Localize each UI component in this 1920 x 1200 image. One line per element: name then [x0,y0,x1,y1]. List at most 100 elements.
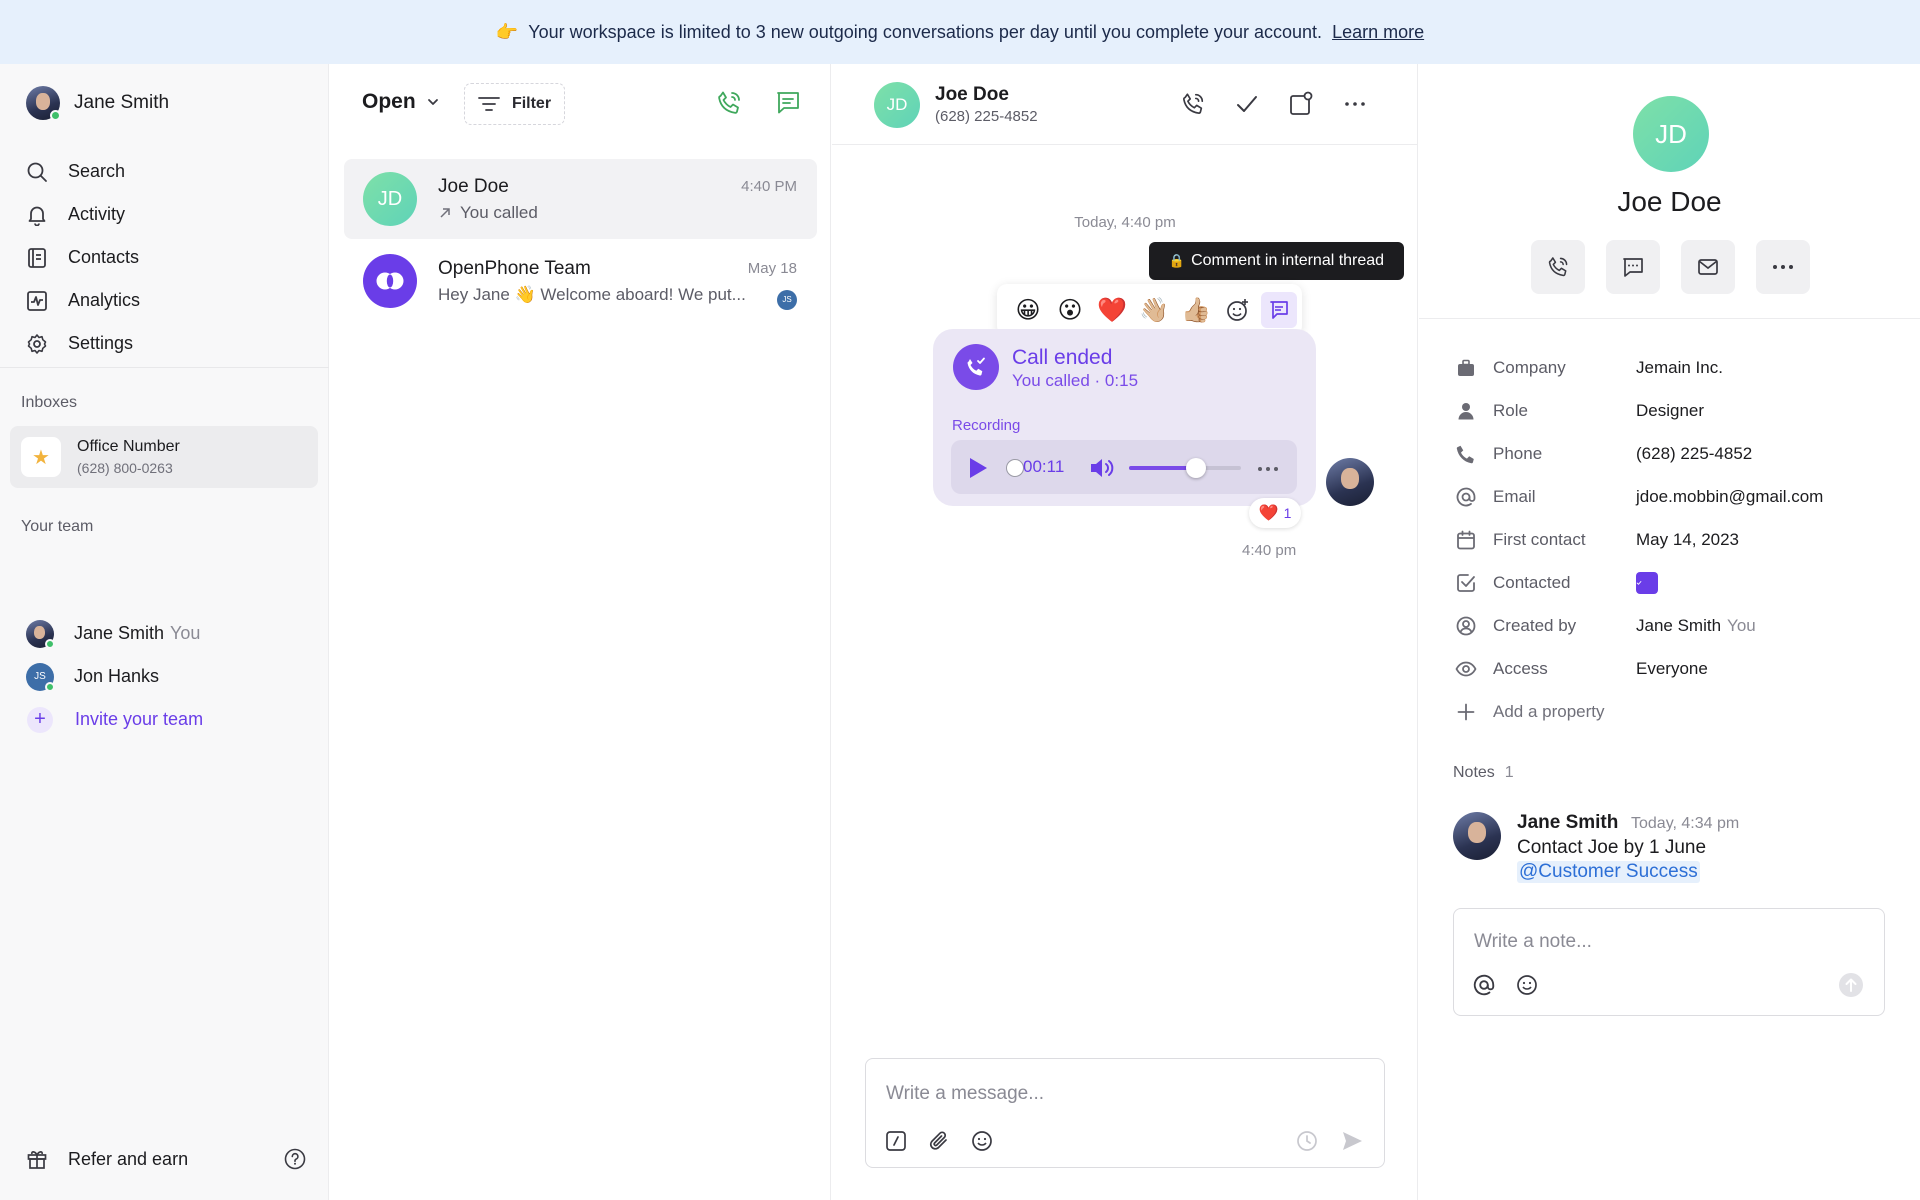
message-composer[interactable]: Write a message... [865,1058,1385,1168]
main-nav: Search Activity Contacts Analytics Setti… [26,150,140,365]
chat-panel: JD Joe Doe (628) 225-4852 Today, 4:40 pm… [832,64,1418,1200]
call-icon[interactable] [1180,91,1206,117]
nav-settings-label: Settings [68,333,134,353]
team-member-name: Jane Smith [74,623,165,643]
toggle-panel-icon[interactable] [1288,91,1314,117]
volume-icon[interactable] [1089,456,1117,480]
gear-icon [27,333,47,354]
volume-slider[interactable] [1129,466,1241,470]
contact-avatar[interactable]: JD [874,82,920,128]
heart-reaction: ❤️ [1258,505,1279,522]
contacted-checkbox[interactable] [1636,571,1658,594]
sidebar: Jane Smith Search Activity Contacts Anal… [0,64,329,1200]
call-ended-icon [953,344,999,390]
invite-team-button[interactable]: + Invite your team [26,698,203,741]
inbox-office-number[interactable]: ★ Office Number (628) 800-0263 [10,426,318,488]
emoji-icon[interactable] [1515,973,1539,997]
new-message-icon[interactable] [774,89,802,117]
reaction-surprised[interactable]: 😮 [1049,296,1091,325]
plus-icon: + [27,706,53,733]
chat-contact-phone: (628) 225-4852 [935,108,1038,125]
pointing-hand-emoji: 👉 [495,21,519,42]
note-composer[interactable]: Write a note... [1453,908,1885,1016]
conversation-item-joe-doe[interactable]: JD Joe Doe You called 4:40 PM [344,159,817,239]
play-icon[interactable] [968,457,988,479]
filter-icon [478,97,500,111]
nav-settings[interactable]: Settings [26,322,140,365]
property-value: Everyone [1636,658,1708,678]
contact-name[interactable]: Joe Doe [1419,186,1920,218]
conversation-preview-text: Hey Jane 👋 Welcome aboard! We put... [438,284,746,304]
reaction-thumbs-up[interactable]: 👍🏼 [1175,296,1217,325]
new-call-icon[interactable] [715,89,743,117]
you-tag: You [170,623,201,643]
audio-player: 00:11 [951,440,1297,494]
nav-contacts-label: Contacts [68,247,140,267]
star-icon: ★ [21,437,61,477]
team-member-jon-hanks[interactable]: JS Jon Hanks [26,655,203,698]
email-contact-button[interactable] [1681,240,1735,294]
submit-note-icon[interactable] [1838,972,1864,998]
conversation-item-openphone-team[interactable]: OpenPhone Team Hey Jane 👋 Welcome aboard… [344,241,817,321]
mark-done-icon[interactable] [1234,91,1260,117]
add-property-label: Add a property [1493,701,1605,721]
nav-contacts[interactable]: Contacts [26,236,140,279]
message-contact-button[interactable] [1606,240,1660,294]
comment-thread-button[interactable] [1261,292,1297,328]
mention-icon[interactable] [1472,973,1496,997]
property-key: First contact [1493,529,1586,549]
property-contacted[interactable]: Contacted [1455,561,1823,604]
property-email[interactable]: Email jdoe.mobbin@gmail.com [1455,475,1823,518]
filter-label: Filter [511,95,552,112]
schedule-clock-icon[interactable] [1295,1129,1319,1153]
property-key: Company [1493,357,1566,377]
note-mention[interactable]: @Customer Success [1517,861,1700,883]
plus-icon [1457,703,1475,720]
send-icon[interactable] [1340,1129,1364,1153]
team-member-jane-smith[interactable]: Jane Smith You [26,612,203,655]
nav-search[interactable]: Search [26,150,140,193]
reaction-heart[interactable]: ❤️ [1091,296,1133,325]
calendar-icon [1457,530,1475,549]
help-icon[interactable] [284,1148,306,1170]
filter-button[interactable]: Filter [464,83,565,125]
more-actions-button[interactable] [1756,240,1810,294]
contacts-icon [28,247,46,268]
reaction-count-badge[interactable]: ❤️ 1 [1249,498,1301,528]
call-contact-button[interactable] [1531,240,1585,294]
lock-icon: 🔒 [1168,253,1186,268]
property-created-by[interactable]: Created by Jane Smith You [1455,604,1823,647]
refer-and-earn[interactable]: Refer and earn [26,1148,306,1170]
more-options-icon[interactable] [1342,91,1368,117]
avatar: JD [363,172,417,226]
property-phone[interactable]: Phone (628) 225-4852 [1455,432,1823,475]
conversation-name: OpenPhone Team [438,257,591,279]
property-value: Jemain Inc. [1636,357,1723,377]
chat-contact-name[interactable]: Joe Doe [935,84,1009,106]
reaction-grinning[interactable]: 😀 [1007,296,1049,325]
snippets-icon[interactable] [884,1129,908,1153]
phone-icon [1456,445,1474,463]
learn-more-link[interactable]: Learn more [1332,22,1424,43]
status-filter-dropdown[interactable]: Open [362,90,440,114]
call-message-bubble[interactable]: Call ended You called · 0:15 Recording 0… [933,329,1316,506]
inbox-number: (628) 800-0263 [77,460,173,476]
attachment-icon[interactable] [927,1129,951,1153]
current-user[interactable]: Jane Smith [26,86,169,121]
add-reaction-icon[interactable] [1217,297,1259,323]
volume-slider-knob[interactable] [1186,458,1207,478]
more-options-icon[interactable] [1257,466,1279,472]
reaction-wave[interactable]: 👋🏼 [1133,296,1175,325]
playback-scrubber[interactable] [1006,459,1024,477]
emoji-icon[interactable] [970,1129,994,1153]
nav-analytics[interactable]: Analytics [26,279,140,322]
property-access[interactable]: Access Everyone [1455,647,1823,690]
notes-header: Notes 1 [1453,764,1514,782]
chevron-down-icon [427,99,438,105]
add-property-button[interactable]: Add a property [1455,690,1823,733]
property-company[interactable]: Company Jemain Inc. [1455,346,1823,389]
avatar-initials: JS [34,671,46,682]
property-role[interactable]: Role Designer [1455,389,1823,432]
nav-activity[interactable]: Activity [26,193,140,236]
property-first-contact[interactable]: First contact May 14, 2023 [1455,518,1823,561]
